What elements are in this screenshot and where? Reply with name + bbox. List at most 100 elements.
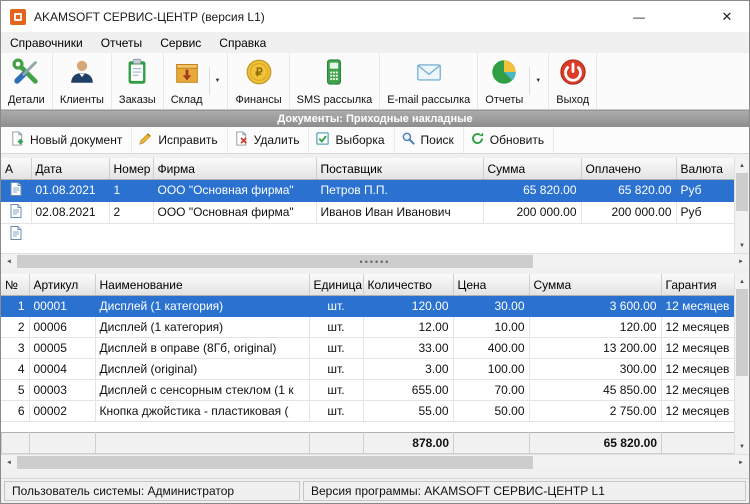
item-cell-num[interactable]: 6 bbox=[1, 400, 29, 421]
menu-spravka[interactable]: Справка bbox=[210, 33, 275, 53]
delete-button[interactable]: Удалить bbox=[228, 127, 310, 153]
item-cell-sum[interactable]: 2 750.00 bbox=[529, 400, 661, 421]
item-cell-article[interactable]: 00001 bbox=[29, 295, 95, 316]
item-cell-article[interactable]: 00003 bbox=[29, 379, 95, 400]
document-row[interactable]: 01.08.20211ООО "Основная фирма"Петров П.… bbox=[1, 179, 734, 201]
item-cell-name[interactable]: Дисплей в оправе (8Гб, original) bbox=[95, 337, 309, 358]
reports-dropdown-icon[interactable]: ▼ bbox=[529, 67, 541, 95]
item-cell-qty[interactable]: 12.00 bbox=[363, 316, 453, 337]
item-cell-num[interactable]: 4 bbox=[1, 358, 29, 379]
col-header-unit[interactable]: Единица bbox=[309, 274, 363, 295]
item-cell-article[interactable]: 00002 bbox=[29, 400, 95, 421]
scrollbar-thumb[interactable] bbox=[736, 173, 748, 211]
toolbar-sms-button[interactable]: SMS рассылка bbox=[290, 53, 381, 109]
item-cell-unit[interactable]: шт. bbox=[309, 358, 363, 379]
documents-horizontal-scrollbar[interactable]: ◄ ► •••••• bbox=[1, 253, 749, 269]
col-header-qty[interactable]: Количество bbox=[363, 274, 453, 295]
item-cell-num[interactable]: 3 bbox=[1, 337, 29, 358]
item-cell-warranty[interactable]: 12 месяцев bbox=[661, 316, 734, 337]
item-cell-num[interactable]: 1 bbox=[1, 295, 29, 316]
col-header-num[interactable]: № bbox=[1, 274, 29, 295]
col-header-number[interactable]: Номер bbox=[109, 158, 153, 179]
item-cell-price[interactable]: 50.00 bbox=[453, 400, 529, 421]
scroll-down-icon[interactable]: ▼ bbox=[735, 238, 749, 253]
edit-button[interactable]: Исправить bbox=[132, 127, 227, 153]
document-cell-supplier[interactable]: Иванов Иван Иванович bbox=[316, 201, 483, 223]
item-cell-warranty[interactable]: 12 месяцев bbox=[661, 358, 734, 379]
scrollbar-track[interactable] bbox=[735, 173, 749, 238]
col-header-paid[interactable]: Оплачено bbox=[581, 158, 676, 179]
scroll-left-icon[interactable]: ◄ bbox=[1, 254, 17, 269]
item-cell-price[interactable]: 400.00 bbox=[453, 337, 529, 358]
scroll-down-icon[interactable]: ▼ bbox=[735, 439, 749, 454]
item-row[interactable]: 400004Дисплей (original)шт.3.00100.00300… bbox=[1, 358, 734, 379]
document-cell-number[interactable]: 2 bbox=[109, 201, 153, 223]
new-document-button[interactable]: Новый документ bbox=[4, 127, 132, 153]
col-header-sum[interactable]: Сумма bbox=[529, 274, 661, 295]
item-cell-unit[interactable]: шт. bbox=[309, 337, 363, 358]
selection-button[interactable]: Выборка bbox=[309, 127, 394, 153]
document-cell-paid[interactable]: 65 820.00 bbox=[581, 179, 676, 201]
refresh-button[interactable]: Обновить bbox=[464, 127, 554, 153]
item-cell-warranty[interactable]: 12 месяцев bbox=[661, 337, 734, 358]
document-cell-currency[interactable]: Руб bbox=[676, 179, 734, 201]
minimize-icon[interactable]: — bbox=[621, 1, 657, 32]
item-cell-price[interactable]: 70.00 bbox=[453, 379, 529, 400]
document-cell-date[interactable]: 01.08.2021 bbox=[31, 179, 109, 201]
item-cell-name[interactable]: Дисплей (original) bbox=[95, 358, 309, 379]
item-cell-num[interactable]: 2 bbox=[1, 316, 29, 337]
menu-otchety[interactable]: Отчеты bbox=[92, 33, 151, 53]
scroll-right-icon[interactable]: ► bbox=[733, 455, 749, 470]
toolbar-email-button[interactable]: E-mail рассылка bbox=[380, 53, 478, 109]
item-cell-qty[interactable]: 55.00 bbox=[363, 400, 453, 421]
item-cell-name[interactable]: Дисплей (1 категория) bbox=[95, 295, 309, 316]
col-header-name[interactable]: Наименование bbox=[95, 274, 309, 295]
items-horizontal-scrollbar[interactable]: ◄ ► bbox=[1, 454, 749, 470]
toolbar-reports-button[interactable]: Отчеты ▼ bbox=[478, 53, 549, 109]
scroll-up-icon[interactable]: ▲ bbox=[735, 158, 749, 173]
toolbar-orders-button[interactable]: Заказы bbox=[112, 53, 164, 109]
item-cell-sum[interactable]: 300.00 bbox=[529, 358, 661, 379]
item-row[interactable]: 300005Дисплей в оправе (8Гб, original)шт… bbox=[1, 337, 734, 358]
item-cell-num[interactable]: 5 bbox=[1, 379, 29, 400]
item-cell-price[interactable]: 10.00 bbox=[453, 316, 529, 337]
scrollbar-track[interactable] bbox=[17, 254, 733, 269]
search-button[interactable]: Поиск bbox=[395, 127, 464, 153]
col-header-supplier[interactable]: Поставщик bbox=[316, 158, 483, 179]
close-icon[interactable]: ✕ bbox=[709, 1, 745, 32]
item-cell-sum[interactable]: 13 200.00 bbox=[529, 337, 661, 358]
scrollbar-track[interactable] bbox=[17, 455, 733, 470]
col-header-firm[interactable]: Фирма bbox=[153, 158, 316, 179]
item-cell-qty[interactable]: 655.00 bbox=[363, 379, 453, 400]
item-cell-unit[interactable]: шт. bbox=[309, 400, 363, 421]
item-cell-sum[interactable]: 120.00 bbox=[529, 316, 661, 337]
item-cell-qty[interactable]: 33.00 bbox=[363, 337, 453, 358]
item-cell-warranty[interactable]: 12 месяцев bbox=[661, 295, 734, 316]
item-cell-unit[interactable]: шт. bbox=[309, 295, 363, 316]
toolbar-exit-button[interactable]: Выход bbox=[549, 53, 597, 109]
item-row[interactable]: 500003Дисплей с сенсорным стеклом (1 кшт… bbox=[1, 379, 734, 400]
warehouse-dropdown-icon[interactable]: ▼ bbox=[209, 67, 221, 95]
item-cell-unit[interactable]: шт. bbox=[309, 379, 363, 400]
col-header-sum[interactable]: Сумма bbox=[483, 158, 581, 179]
col-header-price[interactable]: Цена bbox=[453, 274, 529, 295]
col-header-date[interactable]: Дата bbox=[31, 158, 109, 179]
document-cell-currency[interactable]: Руб bbox=[676, 201, 734, 223]
document-cell-firm[interactable]: ООО "Основная фирма" bbox=[153, 201, 316, 223]
col-header-currency[interactable]: Валюта bbox=[676, 158, 734, 179]
item-cell-warranty[interactable]: 12 месяцев bbox=[661, 400, 734, 421]
items-vertical-scrollbar[interactable]: ▲ ▼ bbox=[734, 274, 749, 454]
col-header-icon[interactable]: А bbox=[1, 158, 31, 179]
scrollbar-thumb[interactable] bbox=[736, 289, 748, 376]
item-cell-article[interactable]: 00004 bbox=[29, 358, 95, 379]
scrollbar-thumb[interactable] bbox=[17, 255, 533, 268]
document-cell-paid[interactable]: 200 000.00 bbox=[581, 201, 676, 223]
col-header-article[interactable]: Артикул bbox=[29, 274, 95, 295]
item-cell-qty[interactable]: 120.00 bbox=[363, 295, 453, 316]
menu-servis[interactable]: Сервис bbox=[151, 33, 210, 53]
col-header-warranty[interactable]: Гарантия bbox=[661, 274, 734, 295]
scrollbar-track[interactable] bbox=[735, 289, 749, 439]
item-cell-unit[interactable]: шт. bbox=[309, 316, 363, 337]
menu-spravochniki[interactable]: Справочники bbox=[1, 33, 92, 53]
document-cell-sum[interactable]: 200 000.00 bbox=[483, 201, 581, 223]
